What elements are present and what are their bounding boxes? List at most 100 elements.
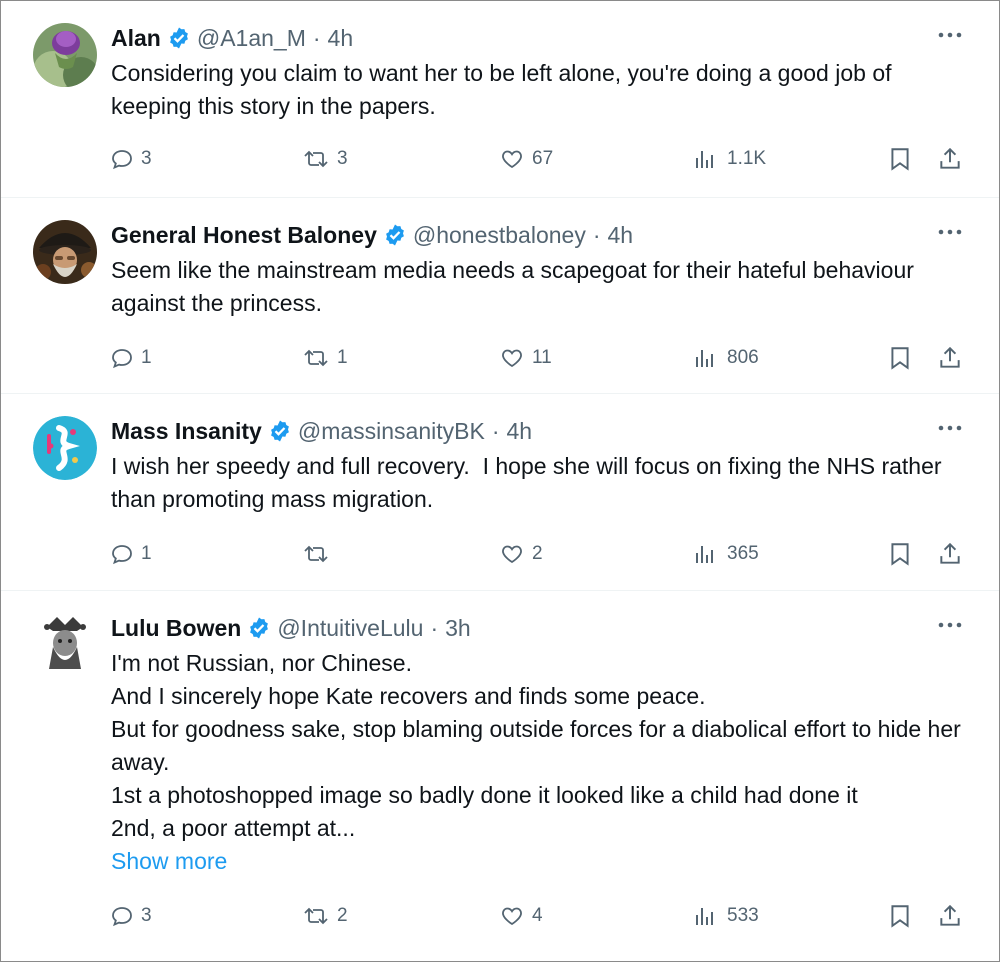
repost-button[interactable]: 1 xyxy=(301,343,348,373)
tweet-general-honest-baloney[interactable]: General Honest Baloney @honestbaloney · … xyxy=(1,198,999,394)
share-icon xyxy=(940,346,960,368)
more-icon[interactable] xyxy=(935,25,965,45)
verified-badge-icon xyxy=(169,27,188,49)
repost-button[interactable] xyxy=(301,539,337,569)
avatar[interactable] xyxy=(33,220,97,284)
like-icon xyxy=(502,349,522,368)
bookmark-icon xyxy=(891,148,909,171)
verified-badge-icon xyxy=(270,420,289,442)
reply-icon xyxy=(112,907,132,927)
tweet-text: I'm not Russian, nor Chinese. And I sinc… xyxy=(111,647,971,878)
reply-icon xyxy=(112,150,132,170)
bookmark-button[interactable] xyxy=(887,343,919,373)
display-name[interactable]: Lulu Bowen xyxy=(111,615,241,642)
more-icon[interactable] xyxy=(935,418,965,438)
tweet-lulu-bowen[interactable]: Lulu Bowen @IntuitiveLulu · 3h I'm not R… xyxy=(1,591,999,961)
repost-icon xyxy=(304,907,328,925)
repost-count: 1 xyxy=(337,347,348,368)
like-icon xyxy=(502,907,522,926)
timestamp[interactable]: 4h xyxy=(506,418,532,445)
display-name[interactable]: General Honest Baloney xyxy=(111,222,377,249)
reply-icon xyxy=(112,349,132,369)
share-button[interactable] xyxy=(936,144,970,174)
view-count: 365 xyxy=(727,543,759,564)
views-button[interactable]: 1.1K xyxy=(691,144,766,174)
more-icon[interactable] xyxy=(935,615,965,635)
tweet-text-line: I wish her speedy and full recovery. I h… xyxy=(111,453,948,512)
reply-button[interactable]: 1 xyxy=(109,539,152,569)
bookmark-icon xyxy=(891,347,909,370)
view-count: 806 xyxy=(727,347,759,368)
user-handle[interactable]: @A1an_M xyxy=(197,25,306,52)
tweet-text-line: But for goodness sake, stop blaming outs… xyxy=(111,716,961,775)
like-count: 11 xyxy=(532,347,552,368)
views-button[interactable]: 365 xyxy=(691,539,759,569)
like-count: 4 xyxy=(532,905,543,926)
repost-icon xyxy=(304,349,328,367)
avatar[interactable] xyxy=(33,611,97,675)
tweet-alan[interactable]: Alan @A1an_M · 4h Considering you claim … xyxy=(1,1,999,198)
repost-button[interactable]: 2 xyxy=(301,901,348,931)
action-bar: 3 2 4 533 xyxy=(1,901,999,931)
share-icon xyxy=(940,904,960,926)
repost-icon xyxy=(304,150,328,168)
avatar[interactable] xyxy=(33,23,97,87)
like-button[interactable]: 67 xyxy=(498,144,553,174)
show-more-link[interactable]: Show more xyxy=(111,845,971,878)
tweet-text-line: Seem like the mainstream media needs a s… xyxy=(111,257,914,316)
share-button[interactable] xyxy=(936,901,970,931)
display-name[interactable]: Mass Insanity xyxy=(111,418,262,445)
tweet-text-line: Considering you claim to want her to be … xyxy=(111,60,892,119)
reply-button[interactable]: 3 xyxy=(109,901,152,931)
timestamp[interactable]: 4h xyxy=(328,25,354,52)
repost-count: 2 xyxy=(337,905,348,926)
separator-dot: · xyxy=(592,221,601,248)
user-handle[interactable]: @honestbaloney xyxy=(413,222,586,249)
timestamp[interactable]: 3h xyxy=(445,615,471,642)
view-count: 1.1K xyxy=(727,148,767,169)
bookmark-icon xyxy=(891,543,909,566)
share-button[interactable] xyxy=(936,343,970,373)
bookmark-icon xyxy=(891,905,909,928)
bookmark-button[interactable] xyxy=(887,901,919,931)
tweet-text: I wish her speedy and full recovery. I h… xyxy=(111,450,971,516)
tweet-text: Considering you claim to want her to be … xyxy=(111,57,971,123)
action-bar: 3 3 67 1.1K xyxy=(1,144,999,174)
action-bar: 1 1 11 806 xyxy=(1,343,999,373)
display-name[interactable]: Alan xyxy=(111,25,161,52)
view-count: 533 xyxy=(727,905,759,926)
bookmark-button[interactable] xyxy=(887,144,919,174)
share-icon xyxy=(940,542,960,564)
share-button[interactable] xyxy=(936,539,970,569)
tweet-text-line: And I sincerely hope Kate recovers and f… xyxy=(111,683,706,709)
views-button[interactable]: 806 xyxy=(691,343,759,373)
like-count: 2 xyxy=(532,543,543,564)
reply-button[interactable]: 1 xyxy=(109,343,152,373)
like-button[interactable]: 4 xyxy=(498,901,543,931)
tweet-text-line: 1st a photoshopped image so badly done i… xyxy=(111,782,858,808)
avatar[interactable] xyxy=(33,416,97,480)
timestamp[interactable]: 4h xyxy=(608,222,634,249)
repost-button[interactable]: 3 xyxy=(301,144,348,174)
views-icon xyxy=(696,350,713,367)
reply-button[interactable]: 3 xyxy=(109,144,152,174)
like-button[interactable]: 2 xyxy=(498,539,543,569)
like-icon xyxy=(502,545,522,564)
tweet-mass-insanity[interactable]: Mass Insanity @massinsanityBK · 4h I wis… xyxy=(1,394,999,591)
like-count: 67 xyxy=(532,148,554,169)
like-button[interactable]: 11 xyxy=(498,343,552,373)
reply-count: 1 xyxy=(141,543,152,564)
views-button[interactable]: 533 xyxy=(691,901,759,931)
user-handle[interactable]: @massinsanityBK xyxy=(298,418,485,445)
views-icon xyxy=(696,908,713,925)
share-icon xyxy=(940,147,960,169)
more-icon[interactable] xyxy=(935,222,965,242)
user-handle[interactable]: @IntuitiveLulu xyxy=(277,615,423,642)
bookmark-button[interactable] xyxy=(887,539,919,569)
reply-count: 3 xyxy=(141,148,152,169)
separator-dot: · xyxy=(312,24,321,51)
action-bar: 1 2 365 xyxy=(1,539,999,569)
like-icon xyxy=(502,150,522,169)
tweet-text-line: 2nd, a poor attempt at... xyxy=(111,815,356,841)
views-icon xyxy=(696,151,713,168)
